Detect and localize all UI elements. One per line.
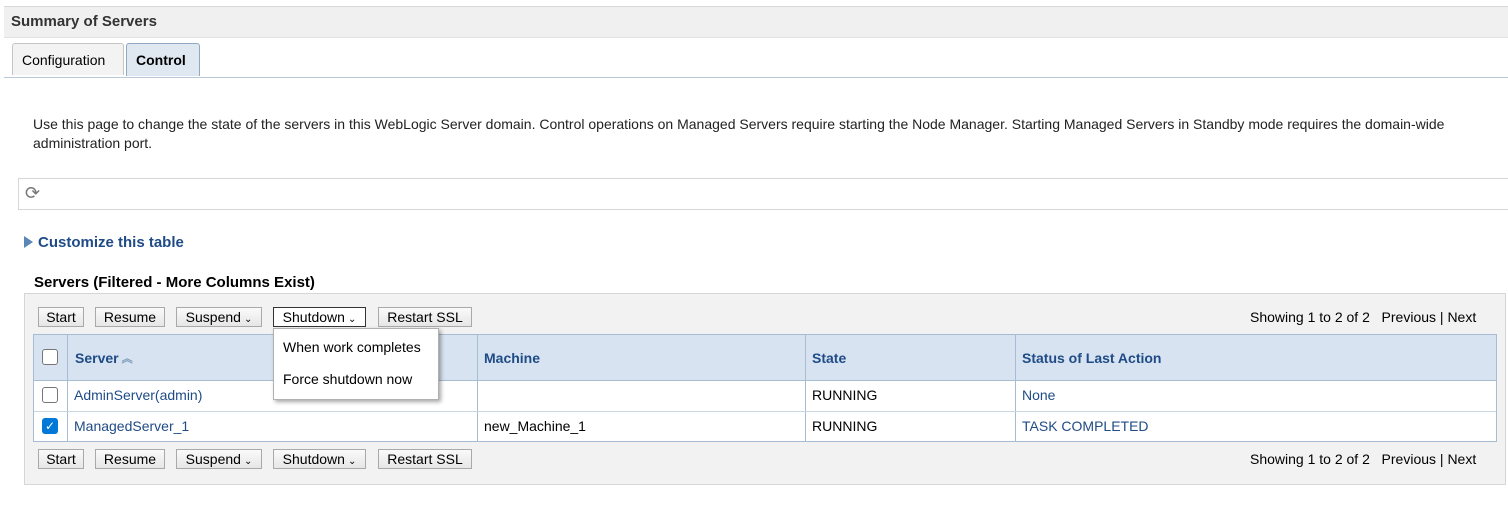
row-checkbox[interactable] [42, 387, 58, 403]
page-title: Summary of Servers [11, 13, 157, 30]
suspend-button[interactable]: Suspend ⌄ [176, 449, 262, 469]
servers-table: Server ︽ Machine State Status of Last Act… [33, 334, 1497, 442]
restart-ssl-button-label: Restart SSL [387, 309, 463, 325]
tab-configuration[interactable]: Configuration [12, 43, 124, 75]
chevron-down-icon: ⌄ [243, 456, 253, 467]
tab-bar: Configuration Control [4, 37, 1508, 78]
customize-table-label: Customize this table [38, 234, 184, 251]
restart-ssl-button-label: Restart SSL [387, 451, 463, 467]
customize-table-link[interactable]: Customize this table [24, 234, 184, 251]
shutdown-dropdown-menu: When work completes Force shutdown now [273, 328, 439, 400]
column-header-machine[interactable]: Machine [484, 350, 540, 366]
refresh-bar: ⟳ [18, 178, 1508, 210]
chevron-down-icon: ⌄ [243, 314, 253, 325]
suspend-button-label: Suspend [185, 309, 241, 325]
start-button-label: Start [46, 451, 76, 467]
pagination-separator: | [1439, 451, 1444, 467]
server-name-link[interactable]: ManagedServer_1 [74, 418, 189, 434]
column-header-state[interactable]: State [812, 350, 846, 366]
start-button-label: Start [46, 309, 76, 325]
sort-ascending-icon[interactable]: ︽ [122, 350, 133, 366]
next-link[interactable]: Next [1447, 309, 1476, 325]
resume-button-label: Resume [103, 309, 157, 325]
status-link[interactable]: TASK COMPLETED [1022, 418, 1149, 434]
chevron-down-icon: ⌄ [347, 314, 357, 325]
state-cell: RUNNING [812, 418, 878, 434]
resume-button[interactable]: Resume [95, 307, 165, 327]
start-button[interactable]: Start [38, 307, 84, 327]
row-checkbox[interactable]: ✓ [42, 418, 58, 434]
tab-control[interactable]: Control [126, 43, 200, 76]
previous-link[interactable]: Previous [1382, 309, 1436, 325]
server-name-link[interactable]: AdminServer(admin) [74, 387, 202, 403]
pagination-showing: Showing 1 to 2 of 2 [1250, 451, 1370, 467]
table-title: Servers (Filtered - More Columns Exist) [34, 274, 315, 291]
restart-ssl-button[interactable]: Restart SSL [378, 449, 472, 469]
suspend-button-label: Suspend [185, 451, 241, 467]
table-row: AdminServer(admin) RUNNING None [34, 380, 1496, 412]
next-link[interactable]: Next [1447, 451, 1476, 467]
machine-cell: new_Machine_1 [484, 418, 586, 434]
state-cell: RUNNING [812, 387, 878, 403]
shutdown-button-label: Shutdown [282, 451, 345, 467]
page-header: Summary of Servers [4, 6, 1508, 38]
pagination-top: Showing 1 to 2 of 2 Previous | Next [1250, 309, 1476, 325]
resume-button[interactable]: Resume [95, 449, 165, 469]
column-header-status[interactable]: Status of Last Action [1022, 350, 1162, 366]
shutdown-button[interactable]: Shutdown ⌄ [273, 307, 366, 327]
refresh-icon[interactable]: ⟳ [25, 183, 40, 203]
column-header-server-label: Server [75, 350, 119, 366]
status-link[interactable]: None [1022, 387, 1055, 403]
page-description: Use this page to change the state of the… [33, 116, 1445, 151]
column-header-server[interactable]: Server ︽ [75, 350, 133, 366]
suspend-button[interactable]: Suspend ⌄ [176, 307, 262, 327]
menu-item-force-shutdown-now[interactable]: Force shutdown now [283, 371, 412, 387]
expand-triangle-icon [24, 236, 33, 248]
previous-link[interactable]: Previous [1382, 451, 1436, 467]
resume-button-label: Resume [103, 451, 157, 467]
select-all-checkbox[interactable] [42, 349, 58, 365]
pagination-showing: Showing 1 to 2 of 2 [1250, 309, 1370, 325]
shutdown-button[interactable]: Shutdown ⌄ [273, 449, 366, 469]
pagination-separator: | [1439, 309, 1444, 325]
chevron-down-icon: ⌄ [347, 456, 357, 467]
pagination-bottom: Showing 1 to 2 of 2 Previous | Next [1250, 451, 1476, 467]
table-row: ✓ ManagedServer_1 new_Machine_1 RUNNING … [34, 411, 1496, 442]
table-header-row: Server ︽ Machine State Status of Last Act… [34, 335, 1496, 381]
menu-item-when-work-completes[interactable]: When work completes [283, 339, 421, 355]
restart-ssl-button[interactable]: Restart SSL [378, 307, 472, 327]
shutdown-button-label: Shutdown [282, 309, 345, 325]
start-button[interactable]: Start [38, 449, 84, 469]
